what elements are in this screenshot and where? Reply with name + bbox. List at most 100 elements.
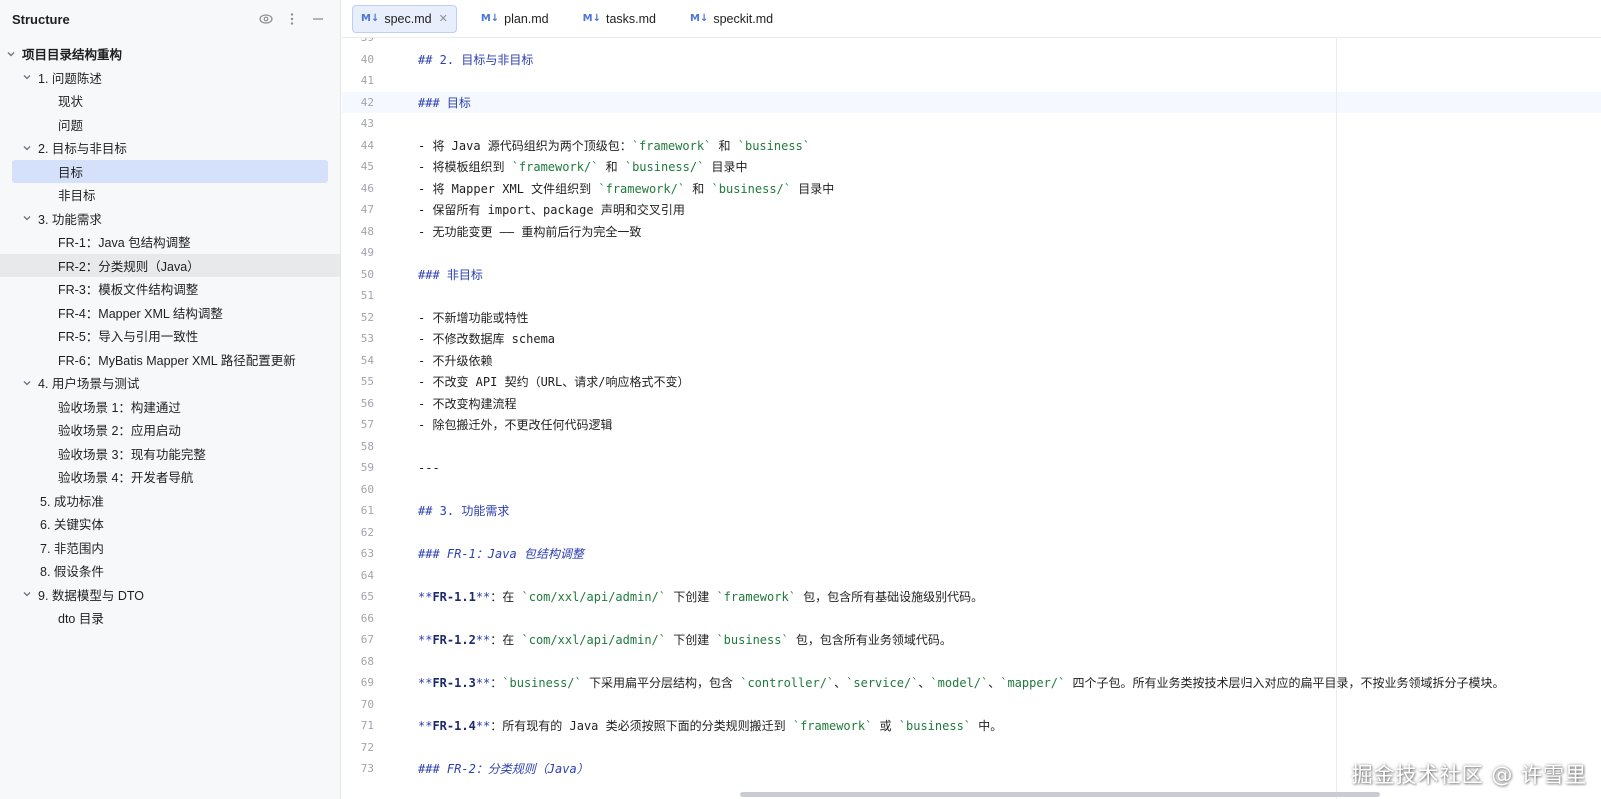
editor-line[interactable]: 67 **FR-1.2**：在 `com/xxl/api/admin/` 下创建 … (342, 629, 1601, 651)
structure-item[interactable]: FR-2：分类规则（Java） (0, 253, 340, 277)
tab-label: plan.md (504, 11, 549, 26)
structure-item[interactable]: 9. 数据模型与 DTO (0, 583, 340, 607)
editor-line[interactable]: 52 - 不新增功能或特性 (342, 307, 1601, 329)
structure-item[interactable]: 验收场景 3：现有功能完整 (0, 442, 340, 466)
editor-line[interactable]: 46 - 将 Mapper XML 文件组织到 `framework/` 和 `b… (342, 178, 1601, 200)
chevron-down-icon[interactable] (20, 141, 34, 155)
structure-item[interactable]: 验收场景 4：开发者导航 (0, 465, 340, 489)
tab-spec-md[interactable]: M↓ spec.md ✕ (352, 4, 457, 33)
structure-item-label: 验收场景 1：构建通过 (58, 400, 181, 415)
markdown-editor[interactable]: 39 40 ## 2. 目标与非目标 41 42 ### 目标 43 44 - 将 Java 源… (342, 38, 1601, 799)
structure-item-label: 2. 目标与非目标 (38, 142, 127, 157)
chevron-down-icon[interactable] (20, 211, 34, 225)
editor-line[interactable]: 58 (342, 436, 1601, 458)
structure-item[interactable]: 5. 成功标准 (0, 489, 340, 513)
line-number: 73 (360, 762, 374, 776)
eye-icon[interactable] (256, 9, 276, 29)
line-content: - 不改变构建流程 (418, 395, 516, 412)
editor-line[interactable]: 45 - 将模板组织到 `framework/` 和 `business/` 目录… (342, 156, 1601, 178)
line-number: 55 (360, 375, 374, 389)
editor-line[interactable]: 65 **FR-1.1**：在 `com/xxl/api/admin/` 下创建 … (342, 586, 1601, 608)
editor-line[interactable]: 49 (342, 242, 1601, 264)
editor-line[interactable]: 48 - 无功能变更 —— 重构前后行为完全一致 (342, 221, 1601, 243)
editor-line[interactable]: 41 (342, 70, 1601, 92)
structure-item[interactable]: 2. 目标与非目标 (0, 136, 340, 160)
chevron-down-icon[interactable] (4, 47, 18, 61)
editor-line[interactable]: 59 --- (342, 457, 1601, 479)
code-token: 、 (988, 676, 1001, 691)
editor-line[interactable]: 57 - 除包搬迁外，不更改任何代码逻辑 (342, 414, 1601, 436)
structure-item[interactable]: FR-1：Java 包结构调整 (0, 230, 340, 254)
tab-tasks-md[interactable]: M↓ tasks.md (575, 5, 664, 33)
editor-line[interactable]: 60 (342, 479, 1601, 501)
chevron-down-icon[interactable] (20, 587, 34, 601)
structure-item[interactable]: 非目标 (0, 183, 340, 207)
structure-item[interactable]: 8. 假设条件 (0, 559, 340, 583)
structure-item[interactable]: 6. 关键实体 (0, 512, 340, 536)
structure-item[interactable]: 现状 (0, 89, 340, 113)
editor-line[interactable]: 68 (342, 651, 1601, 673)
line-content: - 不改变 API 契约（URL、请求/响应格式不变） (418, 373, 689, 390)
chevron-down-icon[interactable] (20, 70, 34, 84)
editor-line[interactable]: 56 - 不改变构建流程 (342, 393, 1601, 415)
chevron-down-icon[interactable] (20, 376, 34, 390)
line-number: 47 (360, 203, 374, 217)
structure-item[interactable]: FR-6：MyBatis Mapper XML 路径配置更新 (0, 348, 340, 372)
structure-item[interactable]: 7. 非范围内 (0, 536, 340, 560)
minimize-icon[interactable] (308, 9, 328, 29)
line-number: 43 (360, 117, 374, 131)
editor-line[interactable]: 43 (342, 113, 1601, 135)
code-token: ### 目标 (418, 95, 471, 110)
editor-line[interactable]: 61 ## 3. 功能需求 (342, 500, 1601, 522)
code-token: `business/` (711, 181, 792, 196)
line-number: 39 (342, 38, 374, 44)
horizontal-scrollbar[interactable] (740, 792, 1380, 797)
structure-item[interactable]: FR-3：模板文件结构调整 (0, 277, 340, 301)
code-token: ## 3. 功能需求 (418, 504, 510, 519)
editor-line[interactable]: 39 (342, 38, 1601, 49)
editor-line[interactable]: 47 - 保留所有 import、package 声明和交叉引用 (342, 199, 1601, 221)
editor-line[interactable]: 50 ### 非目标 (342, 264, 1601, 286)
editor-line[interactable]: 66 (342, 608, 1601, 630)
tab-plan-md[interactable]: M↓ plan.md (473, 5, 557, 33)
editor-line[interactable]: 70 (342, 694, 1601, 716)
code-token: - 将 Mapper XML 文件组织到 (418, 181, 599, 196)
structure-item[interactable]: 目标 (12, 159, 328, 183)
editor-line[interactable]: 53 - 不修改数据库 schema (342, 328, 1601, 350)
structure-item[interactable]: 项目目录结构重构 (0, 42, 340, 66)
structure-item[interactable]: FR-4：Mapper XML 结构调整 (0, 301, 340, 325)
editor-line[interactable]: 51 (342, 285, 1601, 307)
code-token: FR-1.3 (432, 676, 476, 691)
line-content: - 不升级依赖 (418, 352, 492, 369)
editor-line[interactable]: 64 (342, 565, 1601, 587)
more-options-icon[interactable] (282, 9, 302, 29)
structure-item[interactable]: 问题 (0, 113, 340, 137)
editor-line[interactable]: 40 ## 2. 目标与非目标 (342, 49, 1601, 71)
line-number: 65 (360, 590, 374, 604)
structure-item[interactable]: 验收场景 1：构建通过 (0, 395, 340, 419)
editor-line[interactable]: 42 ### 目标 (342, 91, 1601, 113)
editor-line[interactable]: 63 ### FR-1：Java 包结构调整 (342, 543, 1601, 565)
line-number: 41 (360, 74, 374, 88)
editor-line[interactable]: 62 (342, 522, 1601, 544)
editor-line[interactable]: 69 **FR-1.3**：`business/` 下采用扁平分层结构，包含 `c… (342, 672, 1601, 694)
close-icon[interactable]: ✕ (439, 12, 448, 25)
editor-line[interactable]: 44 - 将 Java 源代码组织为两个顶级包：`framework` 和 `bu… (342, 135, 1601, 157)
structure-item[interactable]: 1. 问题陈述 (0, 66, 340, 90)
structure-tree: 项目目录结构重构 1. 问题陈述 现状 问题 2. 目标与非目标目标 非目标 3. 功能需求… (0, 38, 340, 630)
structure-item[interactable]: 验收场景 2：应用启动 (0, 418, 340, 442)
editor-line[interactable]: 71 **FR-1.4**：所有现有的 Java 类必须按照下面的分类规则搬迁到 … (342, 715, 1601, 737)
line-number: 72 (360, 740, 374, 754)
tab-speckit-md[interactable]: M↓ speckit.md (682, 5, 781, 33)
structure-item[interactable]: 4. 用户场景与测试 (0, 371, 340, 395)
structure-item[interactable]: 3. 功能需求 (0, 207, 340, 231)
structure-item[interactable]: FR-5：导入与引用一致性 (0, 324, 340, 348)
editor-line[interactable]: 55 - 不改变 API 契约（URL、请求/响应格式不变） (342, 371, 1601, 393)
line-number: 59 (360, 461, 374, 475)
code-token: 包，包含所有业务领域代码。 (788, 633, 952, 648)
structure-item[interactable]: dto 目录 (0, 606, 340, 630)
editor-line[interactable]: 72 (342, 737, 1601, 759)
editor-line[interactable]: 54 - 不升级依赖 (342, 350, 1601, 372)
line-content: ### FR-1：Java 包结构调整 (418, 545, 584, 562)
code-token: ：在 (490, 633, 522, 648)
